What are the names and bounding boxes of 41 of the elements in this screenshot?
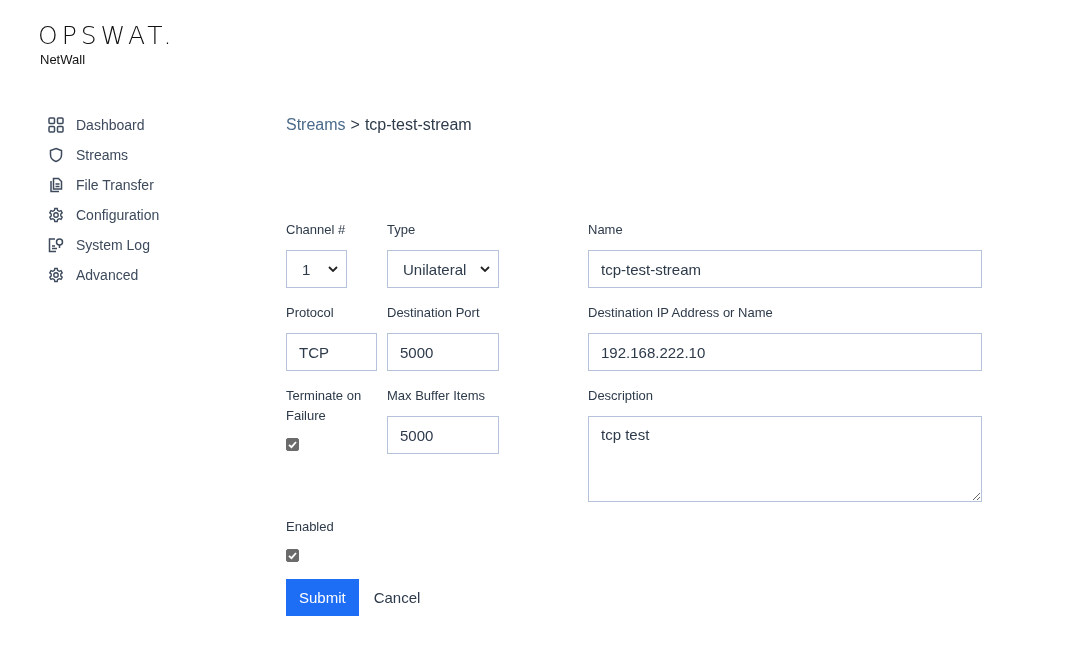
gear-icon [48, 207, 64, 223]
field-label: Destination Port [387, 304, 480, 322]
input-field[interactable]: 5000 [387, 416, 499, 454]
chevron-down-icon [480, 266, 490, 272]
input-field[interactable]: tcp-test-stream [588, 250, 982, 288]
field-label: Max Buffer Items [387, 387, 485, 405]
checkbox[interactable] [286, 438, 299, 451]
breadcrumb-current: tcp-test-stream [364, 116, 472, 134]
submit-button[interactable]: Submit [286, 579, 359, 616]
select-field[interactable]: 1 [286, 250, 347, 288]
shield-icon [48, 147, 64, 163]
chevron-down-icon [328, 266, 338, 272]
gear-icon [48, 267, 64, 283]
product-name: NetWall [40, 52, 86, 68]
field-label: Type [387, 221, 416, 239]
breadcrumb-separator: > [350, 116, 360, 134]
sidebar-item[interactable]: Configuration [48, 200, 286, 230]
sidebar-item[interactable]: System Log [48, 230, 286, 260]
field-label: Description [588, 387, 654, 405]
cancel-button[interactable]: Cancel [358, 579, 436, 616]
field-label: Enabled [286, 518, 334, 536]
sidebar-item[interactable]: File Transfer [48, 170, 286, 200]
textarea-field[interactable]: tcp test [588, 416, 982, 502]
breadcrumb-link[interactable]: Streams [286, 116, 346, 134]
checkbox[interactable] [286, 549, 299, 562]
grid-icon [48, 117, 64, 133]
input-field[interactable]: 192.168.222.10 [588, 333, 982, 371]
field-label: Terminate on Failure [286, 387, 363, 425]
field-label: Name [588, 221, 623, 239]
field-label: Protocol [286, 304, 334, 322]
sidebar-item[interactable]: Dashboard [48, 110, 286, 140]
sidebar-item[interactable]: Streams [48, 140, 286, 170]
input-field[interactable]: TCP [286, 333, 377, 371]
input-field[interactable]: 5000 [387, 333, 499, 371]
documents-icon [48, 177, 64, 193]
field-label: Channel # [286, 221, 346, 239]
select-field[interactable]: Unilateral [387, 250, 499, 288]
field-label: Destination IP Address or Name [588, 304, 773, 322]
sidebar-item[interactable]: Advanced [48, 260, 286, 290]
opswat-logo: OPSWAT. [38, 22, 176, 50]
log-icon [48, 237, 64, 253]
